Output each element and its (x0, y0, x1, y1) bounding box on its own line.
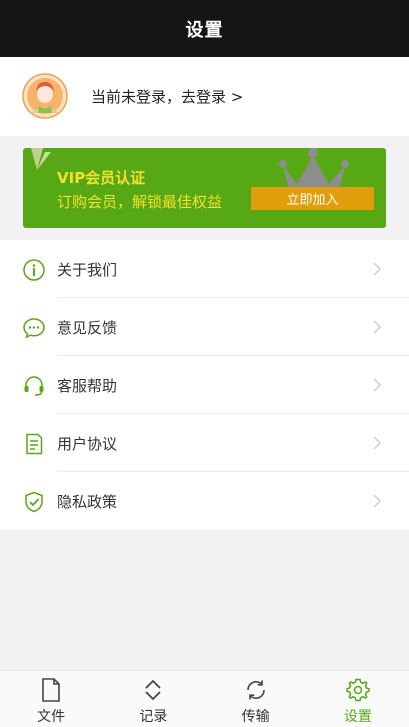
chevron-right-icon (373, 320, 382, 334)
menu-item-user-agreement[interactable]: 用户协议 (0, 414, 409, 472)
menu-item-label: 客服帮助 (57, 377, 118, 395)
vip-subtitle: 订购会员，解锁最佳权益 (57, 193, 223, 211)
join-vip-button[interactable]: 立即加入 (251, 187, 374, 210)
file-icon (42, 678, 60, 702)
login-link[interactable]: 当前未登录，去登录 > (91, 86, 243, 107)
page-title: 设置 (185, 19, 224, 41)
up-down-chevrons-icon (145, 679, 162, 701)
menu-item-label: 用户协议 (57, 435, 118, 453)
ribbon-corner-icon (31, 148, 51, 170)
top-bar: 设置 (0, 0, 409, 57)
menu-item-privacy[interactable]: 隐私政策 (0, 472, 409, 530)
login-row[interactable]: 当前未登录，去登录 > (0, 57, 409, 136)
bottom-tab-bar: 文件 记录 传输 设置 (0, 670, 409, 727)
menu-item-help[interactable]: 客服帮助 (0, 356, 409, 414)
menu-item-label: 意见反馈 (57, 319, 118, 337)
menu-item-feedback[interactable]: 意见反馈 (0, 298, 409, 356)
tab-records[interactable]: 记录 (102, 671, 204, 727)
menu-item-label: 隐私政策 (57, 493, 118, 511)
crown-icon (279, 148, 349, 190)
vip-title: VIP会员认证 (57, 169, 146, 187)
tab-transfer[interactable]: 传输 (205, 671, 307, 727)
tab-label: 文件 (37, 709, 66, 725)
chevron-right-icon (373, 378, 382, 392)
tab-label: 传输 (241, 709, 270, 725)
tab-settings[interactable]: 设置 (307, 671, 409, 727)
tab-label: 记录 (139, 709, 168, 725)
sync-icon (246, 680, 265, 700)
tab-files[interactable]: 文件 (0, 671, 102, 727)
chevron-right-icon (373, 494, 382, 508)
avatar[interactable] (22, 73, 68, 119)
chevron-right-icon (373, 436, 382, 450)
settings-menu: 关于我们 意见反馈 客服帮助 用户协议 隐私政策 (0, 240, 409, 530)
menu-item-label: 关于我们 (57, 261, 118, 279)
gear-icon (346, 678, 370, 702)
menu-item-about[interactable]: 关于我们 (0, 240, 409, 298)
chevron-right-icon (373, 262, 382, 276)
chat-bubble-icon (23, 318, 45, 339)
tab-label: 设置 (343, 709, 372, 725)
vip-banner[interactable]: VIP会员认证 订购会员，解锁最佳权益 立即加入 (23, 148, 386, 228)
headset-icon (24, 376, 44, 396)
shield-check-icon (25, 491, 43, 513)
info-icon (23, 259, 45, 281)
document-icon (26, 433, 43, 455)
